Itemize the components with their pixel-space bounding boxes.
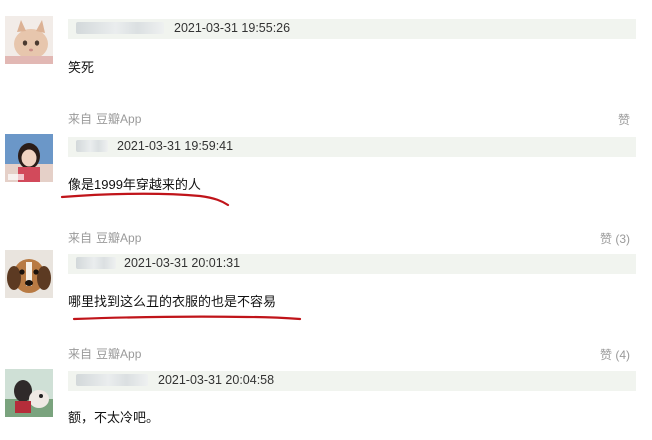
comment-timestamp: 2021-03-31 20:04:58 [158, 373, 275, 387]
avatar[interactable] [5, 369, 53, 417]
comment-meta-bar: 2021-03-31 20:04:58 [68, 371, 636, 391]
user-name-redacted[interactable] [76, 374, 148, 386]
comment-item: 2021-03-31 20:04:58 额，不太冷吧。 [0, 0, 652, 440]
comment-text: 额，不太冷吧。 [68, 410, 160, 425]
